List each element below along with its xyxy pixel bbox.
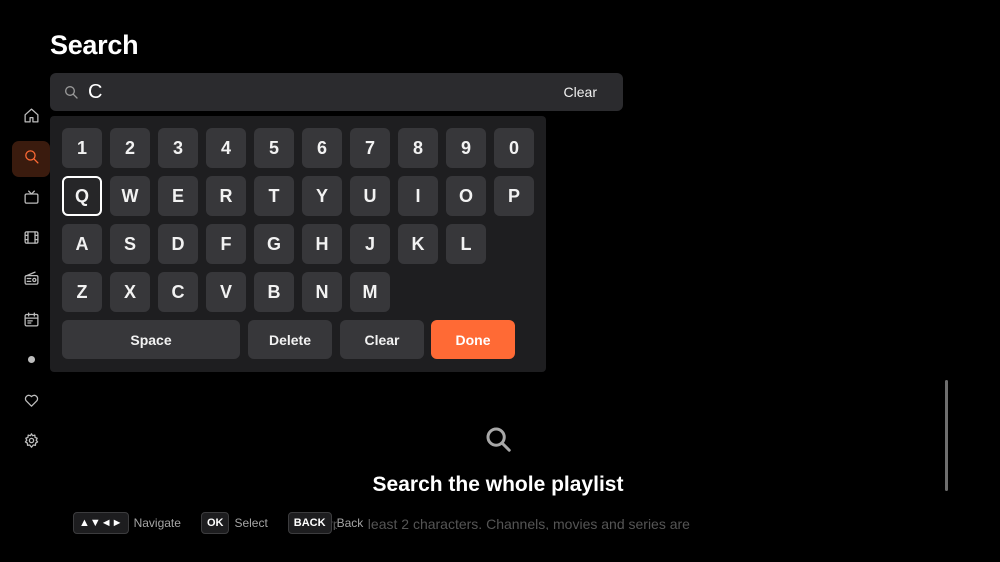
key-s[interactable]: S xyxy=(110,224,150,264)
delete-key[interactable]: Delete xyxy=(248,320,332,359)
key-7[interactable]: 7 xyxy=(350,128,390,168)
search-clear-button[interactable]: Clear xyxy=(564,84,597,100)
key-n[interactable]: N xyxy=(302,272,342,312)
key-o[interactable]: O xyxy=(446,176,486,216)
page-title: Search xyxy=(50,30,139,60)
back-hint-label: Back xyxy=(336,516,366,530)
done-button[interactable]: Done xyxy=(431,320,515,359)
key-q[interactable]: Q xyxy=(62,176,102,216)
ok-key-badge: OK xyxy=(200,512,230,534)
tv-icon xyxy=(23,189,40,211)
back-key-badge: BACK xyxy=(287,512,332,534)
sidebar-item-settings[interactable] xyxy=(12,425,50,461)
search-input[interactable]: C xyxy=(88,81,102,104)
key-0[interactable]: 0 xyxy=(494,128,534,168)
sidebar-item-search[interactable] xyxy=(12,141,50,177)
key-d[interactable]: D xyxy=(158,224,198,264)
search-icon xyxy=(63,84,79,100)
key-c[interactable]: C xyxy=(158,272,198,312)
film-icon xyxy=(23,229,40,251)
key-8[interactable]: 8 xyxy=(398,128,438,168)
key-r[interactable]: R xyxy=(206,176,246,216)
sidebar-item-favorites[interactable] xyxy=(12,385,50,421)
key-5[interactable]: 5 xyxy=(254,128,294,168)
search-icon xyxy=(483,424,513,454)
on-screen-keyboard: 1234567890 QWERTYUIOP ASDFGHJKL ZXCVBNM Spa… xyxy=(50,116,546,372)
key-e[interactable]: E xyxy=(158,176,198,216)
key-m[interactable]: M xyxy=(350,272,390,312)
dot-icon xyxy=(23,351,40,373)
key-p[interactable]: P xyxy=(494,176,534,216)
key-h[interactable]: H xyxy=(302,224,342,264)
navigate-hint-label: Navigate xyxy=(133,516,183,530)
key-w[interactable]: W xyxy=(110,176,150,216)
sidebar-item-live-tv[interactable] xyxy=(12,182,50,218)
space-key[interactable]: Space xyxy=(62,320,240,359)
key-2[interactable]: 2 xyxy=(110,128,150,168)
key-u[interactable]: U xyxy=(350,176,390,216)
sidebar-item-movies[interactable] xyxy=(12,222,50,258)
key-3[interactable]: 3 xyxy=(158,128,198,168)
key-4[interactable]: 4 xyxy=(206,128,246,168)
key-y[interactable]: Y xyxy=(302,176,342,216)
key-6[interactable]: 6 xyxy=(302,128,342,168)
heart-icon xyxy=(23,392,40,414)
key-l[interactable]: L xyxy=(446,224,486,264)
home-icon xyxy=(23,107,40,129)
scrollbar[interactable] xyxy=(945,380,948,491)
sidebar-item-record[interactable] xyxy=(12,344,50,380)
key-1[interactable]: 1 xyxy=(62,128,102,168)
sidebar-item-guide[interactable] xyxy=(12,304,50,340)
search-icon xyxy=(23,148,40,170)
key-k[interactable]: K xyxy=(398,224,438,264)
control-hints: ▲▼◄► Navigate OK Select BACK Back xyxy=(73,512,383,534)
select-hint-label: Select xyxy=(234,516,270,530)
key-j[interactable]: J xyxy=(350,224,390,264)
key-9[interactable]: 9 xyxy=(446,128,486,168)
key-i[interactable]: I xyxy=(398,176,438,216)
gear-icon xyxy=(23,432,40,454)
key-v[interactable]: V xyxy=(206,272,246,312)
clear-key[interactable]: Clear xyxy=(340,320,424,359)
key-t[interactable]: T xyxy=(254,176,294,216)
key-f[interactable]: F xyxy=(206,224,246,264)
key-b[interactable]: B xyxy=(254,272,294,312)
key-z[interactable]: Z xyxy=(62,272,102,312)
radio-icon xyxy=(23,270,40,292)
key-a[interactable]: A xyxy=(62,224,102,264)
empty-state-title: Search the whole playlist xyxy=(372,473,624,496)
calendar-icon xyxy=(23,311,40,333)
sidebar-item-home[interactable] xyxy=(12,100,50,136)
key-x[interactable]: X xyxy=(110,272,150,312)
sidebar-item-radio[interactable] xyxy=(12,263,50,299)
key-g[interactable]: G xyxy=(254,224,294,264)
search-bar[interactable]: C Clear xyxy=(50,73,623,111)
navigate-key-badge: ▲▼◄► xyxy=(73,512,129,534)
